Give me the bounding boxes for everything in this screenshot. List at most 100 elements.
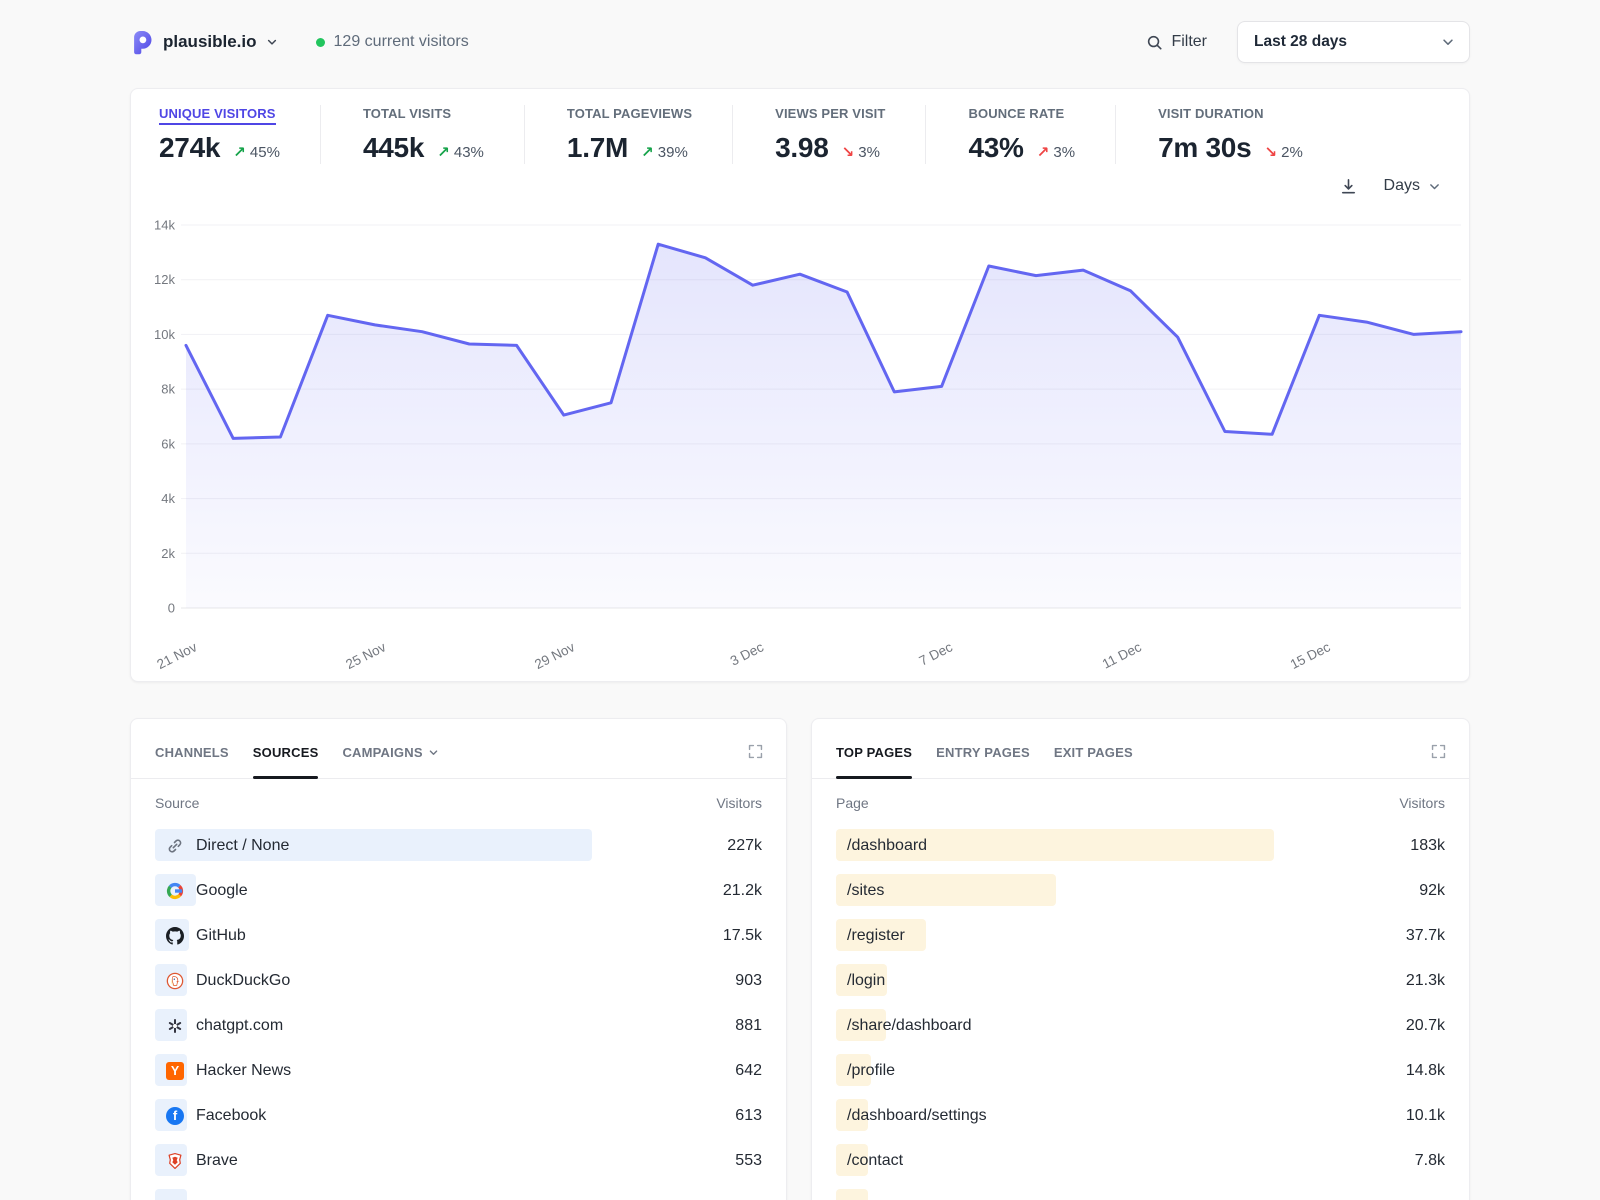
stat-change: ↗ 39% [641,143,688,161]
expand-icon[interactable] [747,743,764,765]
stat-change: ↘ 2% [1264,143,1302,161]
row-label: Brave [155,1152,238,1170]
source-row[interactable]: YHacker News642 [155,1048,762,1093]
source-row[interactable]: Direct / None227k [155,823,762,868]
source-row[interactable]: chatgpt.com 881 [155,1003,762,1048]
chart-controls: Days [131,174,1469,198]
row-value: 17.5k [723,927,762,945]
stat-label: VISIT DURATION [1158,105,1303,123]
visitors-chart: 02k4k6k8k10k12k14k21 Nov25 Nov29 Nov3 De… [131,200,1469,670]
stat-total-pageviews[interactable]: TOTAL PAGEVIEWS 1.7M ↗ 39% [524,105,732,164]
sources-tab-channels[interactable]: CHANNELS [155,745,229,778]
row-value: 21.3k [1406,972,1445,990]
stat-views-per-visit[interactable]: VIEWS PER VISIT3.98↘ 3% [732,105,925,164]
row-value: 14.8k [1406,1062,1445,1080]
stat-label: UNIQUE VISITORS [159,105,280,123]
page-row[interactable]: /register 37.7k [836,913,1445,958]
arrow-up-icon: ↗ [641,144,654,161]
arrow-down-icon: ↘ [842,144,855,161]
chevron-down-icon [428,747,439,758]
pages-rows: /dashboard183k/sites92k/register 37.7k/lo… [812,823,1469,1200]
row-value: 7.8k [1415,1152,1445,1170]
date-range-select[interactable]: Last 28 days [1237,21,1470,63]
dashboard-page: plausible.io 129 current visitors Filter… [130,20,1470,1200]
pages-tab-entry-pages[interactable]: ENTRY PAGES [936,745,1030,778]
row-label: /dashboard/settings [836,1107,987,1125]
source-row[interactable]: fFacebook613 [155,1093,762,1138]
interval-picker[interactable]: Days [1384,177,1441,195]
sources-col-name: Source [155,795,199,811]
filter-button[interactable]: Filter [1146,33,1207,51]
svg-text:14k: 14k [154,218,175,233]
current-visitors[interactable]: 129 current visitors [316,33,469,51]
source-row[interactable]: Brave553 [155,1138,762,1183]
pages-col-name: Page [836,795,869,811]
source-row-partial [155,1183,762,1200]
row-label: /sites [836,882,884,900]
visitors-overview-card: UNIQUE VISITORS274k↗ 45%TOTAL VISITS445k… [130,88,1470,682]
page-row[interactable]: /sites92k [836,868,1445,913]
row-label: /contact [836,1152,903,1170]
row-label: Direct / None [155,837,289,855]
row-label: DuckDuckGo [155,972,290,990]
stat-label: TOTAL PAGEVIEWS [567,105,692,123]
svg-text:4k: 4k [161,491,175,506]
row-value: 881 [735,1017,762,1035]
stat-total-visits[interactable]: TOTAL VISITS445k↗ 43% [320,105,524,164]
pages-tab-top-pages[interactable]: TOP PAGES [836,745,912,778]
stat-value: 1.7M [567,132,628,164]
stat-change: ↘ 3% [842,143,880,161]
page-row-partial [836,1183,1445,1200]
arrow-up-icon: ↗ [233,144,246,161]
svg-text:15 Dec: 15 Dec [1288,639,1333,670]
row-label: /share/dashboard [836,1017,972,1035]
site-switcher[interactable]: plausible.io [130,29,278,55]
search-icon [1146,34,1163,51]
stat-bounce-rate[interactable]: BOUNCE RATE43%↗ 3% [925,105,1115,164]
page-row[interactable]: /dashboard/settings10.1k [836,1093,1445,1138]
row-value: 20.7k [1406,1017,1445,1035]
sources-rows: Direct / None227kGoogle21.2k GitHub 17.5k D… [131,823,786,1200]
stats-row: UNIQUE VISITORS274k↗ 45%TOTAL VISITS445k… [131,89,1469,164]
page-row[interactable]: /contact 7.8k [836,1138,1445,1183]
source-row[interactable]: DuckDuckGo 903 [155,958,762,1003]
pages-tab-exit-pages[interactable]: EXIT PAGES [1054,745,1133,778]
stat-visit-duration[interactable]: VISIT DURATION7m 30s↘ 2% [1115,105,1343,164]
page-row[interactable]: /share/dashboard 20.7k [836,1003,1445,1048]
page-row[interactable]: /login21.3k [836,958,1445,1003]
row-value: 37.7k [1406,927,1445,945]
row-label: chatgpt.com [155,1017,283,1035]
source-row[interactable]: Google21.2k [155,868,762,913]
page-row[interactable]: /dashboard183k [836,823,1445,868]
row-label: Google [155,882,248,900]
pages-col-value: Visitors [1399,795,1445,811]
date-range-value: Last 28 days [1254,33,1347,51]
expand-icon[interactable] [1430,743,1447,765]
row-label: YHacker News [155,1062,291,1080]
interval-label: Days [1384,177,1420,195]
svg-text:21 Nov: 21 Nov [154,639,199,670]
svg-text:25 Nov: 25 Nov [343,639,388,670]
source-row[interactable]: GitHub 17.5k [155,913,762,958]
stat-label: VIEWS PER VISIT [775,105,885,123]
stat-change: ↗ 43% [437,143,484,161]
live-dot-icon [316,38,325,47]
svg-text:29 Nov: 29 Nov [532,639,577,670]
download-icon[interactable] [1339,177,1358,196]
row-label: /register [836,927,905,945]
stat-change: ↗ 3% [1037,143,1075,161]
sources-tab-sources[interactable]: SOURCES [253,745,319,778]
svg-text:2k: 2k [161,546,175,561]
sources-tab-campaigns[interactable]: CAMPAIGNS [342,745,438,778]
stat-unique-visitors[interactable]: UNIQUE VISITORS274k↗ 45% [159,105,320,164]
chevron-down-icon [1441,35,1455,49]
row-label: GitHub [155,927,246,945]
current-visitors-label: 129 current visitors [334,33,469,51]
page-row[interactable]: /profile14.8k [836,1048,1445,1093]
stat-label: TOTAL VISITS [363,105,484,123]
stat-label: BOUNCE RATE [968,105,1075,123]
sources-col-value: Visitors [716,795,762,811]
stat-value: 274k [159,132,220,164]
row-value: 903 [735,972,762,990]
svg-text:11 Dec: 11 Dec [1100,639,1144,670]
